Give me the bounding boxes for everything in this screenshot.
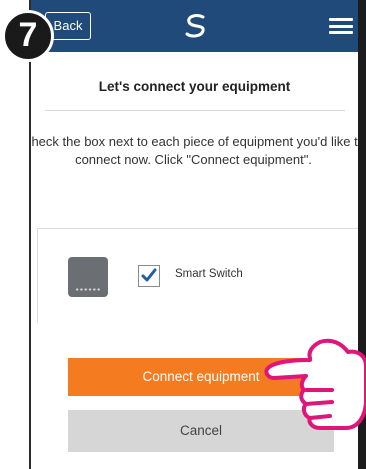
swoosh-logo-icon [185, 14, 205, 38]
page-title: Let's connect your equipment [98, 79, 291, 94]
equipment-checkbox[interactable] [138, 265, 160, 287]
equipment-label: Smart Switch [175, 268, 243, 280]
hamburger-menu-icon[interactable] [329, 18, 353, 34]
pointing-hand-icon [264, 338, 366, 430]
equipment-list-item[interactable]: Smart Switch [37, 228, 358, 325]
tutorial-screenshot: Back Let's connect your equipment Check … [0, 0, 366, 469]
checkmark-icon [141, 268, 157, 282]
instructions-text: Check the box next to each piece of equi… [31, 134, 358, 167]
smart-switch-device-icon [68, 257, 108, 297]
title-divider [45, 110, 345, 111]
app-header: Back [31, 0, 358, 52]
step-number-badge: 7 [2, 10, 54, 62]
